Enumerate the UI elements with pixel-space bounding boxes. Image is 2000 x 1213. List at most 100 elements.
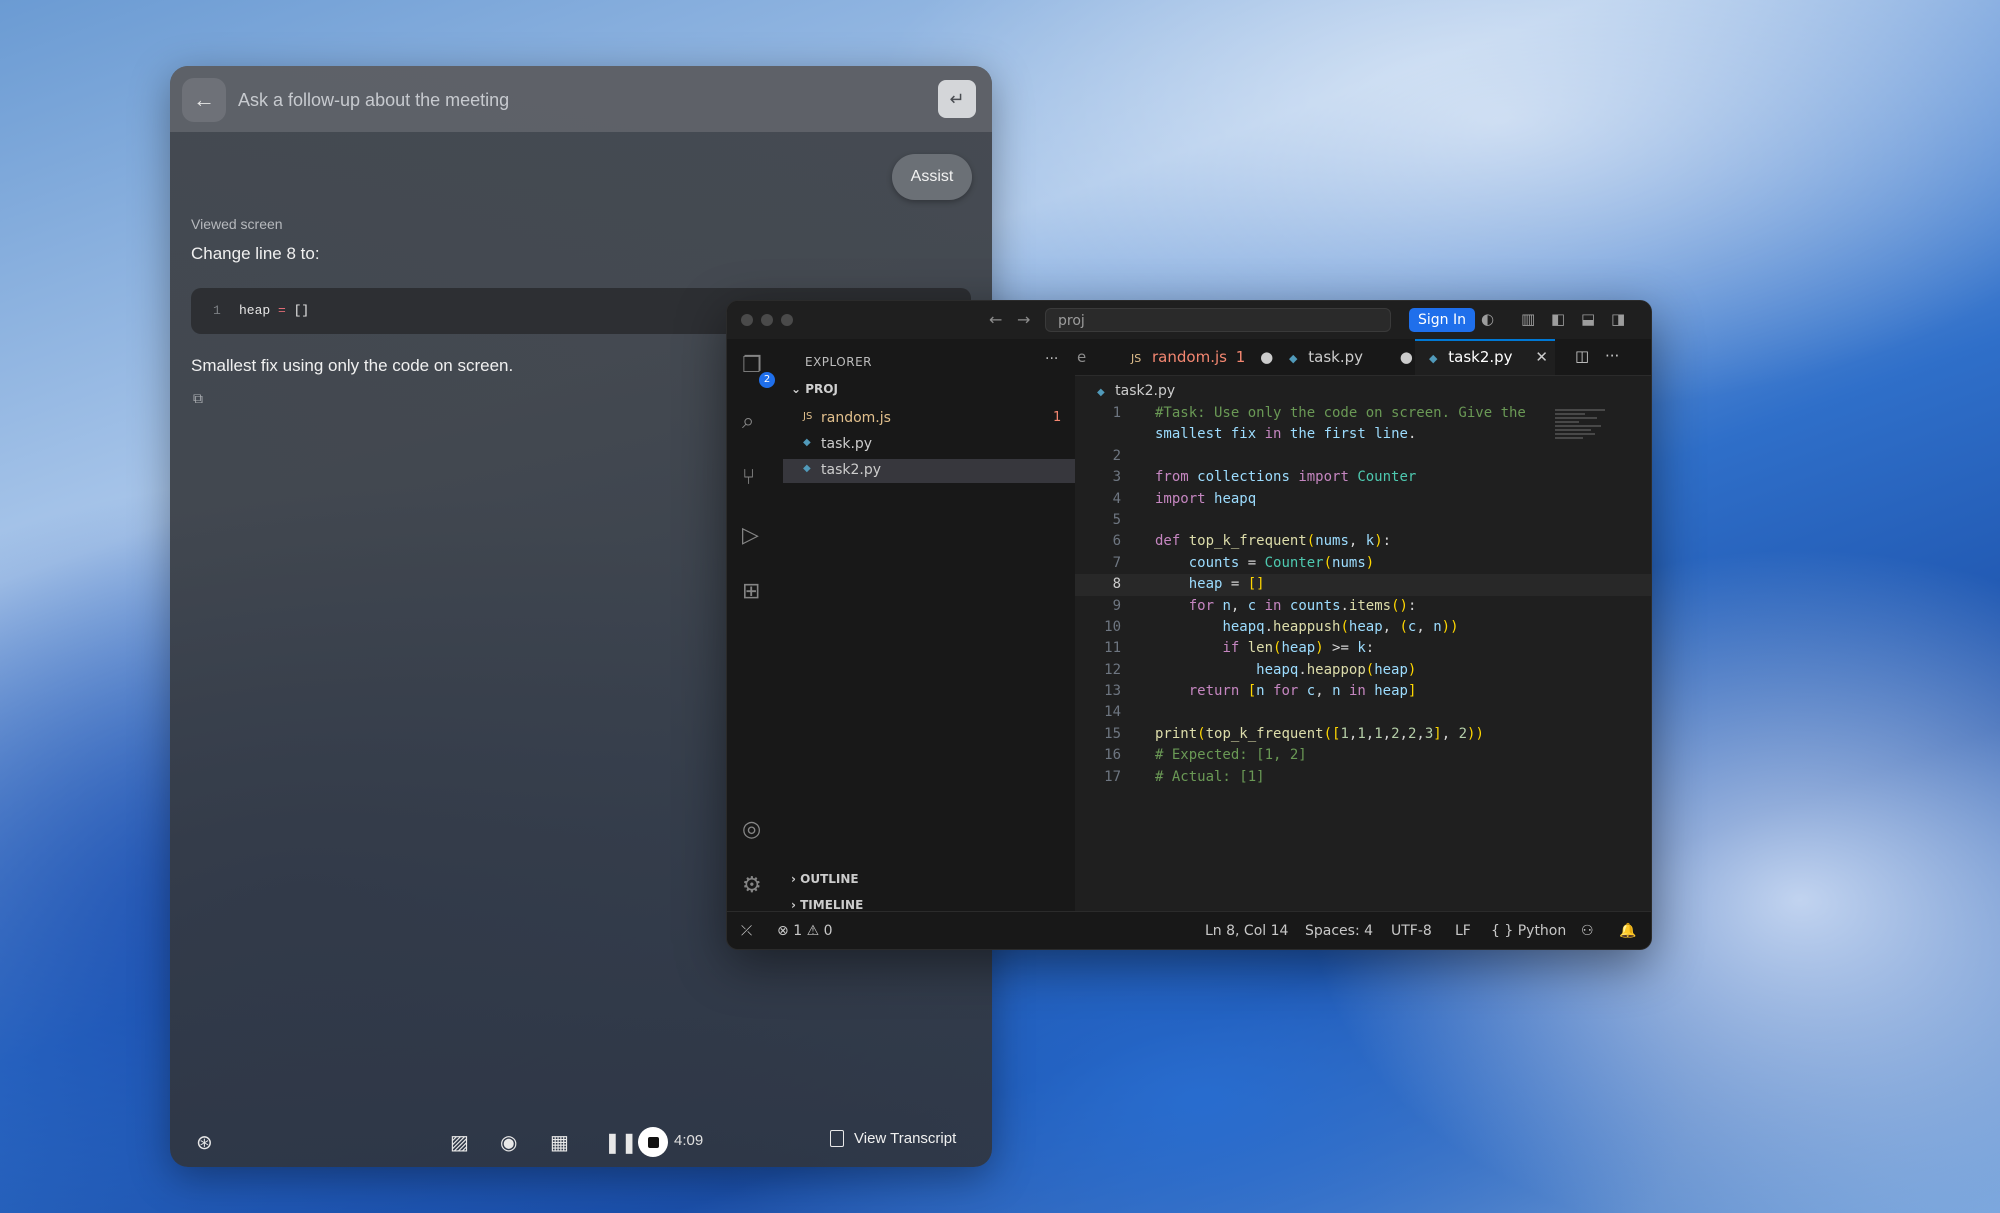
- toggle-panel-icon[interactable]: ⬓: [1581, 310, 1595, 328]
- file-item-random-js[interactable]: JS random.js 1: [783, 407, 1075, 431]
- minimize-window-dot[interactable]: [761, 314, 773, 326]
- code-editor[interactable]: 1 #Task: Use only the code on screen. Giv…: [1075, 403, 1651, 788]
- timeline-section[interactable]: › TIMELINE: [791, 898, 863, 912]
- code-line[interactable]: 14: [1075, 702, 1651, 723]
- file-item-task2-py[interactable]: ◆ task2.py: [783, 459, 1075, 483]
- language-mode[interactable]: { } Python: [1491, 923, 1566, 939]
- tab-task-py[interactable]: ◆ task.py ●: [1275, 339, 1415, 375]
- tab-problem-count: 1: [1235, 348, 1246, 366]
- more-actions-icon[interactable]: ···: [1605, 347, 1619, 365]
- code-line[interactable]: 10 heapq.heappush(heap, (c, n)): [1075, 617, 1651, 638]
- eye-icon[interactable]: ◉: [500, 1130, 517, 1155]
- line-text: def top_k_frequent(nums, k):: [1155, 533, 1392, 550]
- code-line[interactable]: 16 # Expected: [1, 2]: [1075, 745, 1651, 766]
- grid-icon[interactable]: ▦: [550, 1130, 569, 1155]
- split-editor-icon[interactable]: ◫: [1575, 347, 1589, 365]
- ask-input[interactable]: [236, 80, 880, 120]
- code-line[interactable]: smallest fix in the first line.: [1075, 424, 1651, 445]
- language-label: Python: [1517, 923, 1567, 939]
- close-window-dot[interactable]: [741, 314, 753, 326]
- eol-status[interactable]: LF: [1455, 923, 1471, 939]
- notifications-bell-icon[interactable]: 🔔: [1619, 923, 1636, 939]
- line-number: 15: [1104, 725, 1121, 742]
- search-icon[interactable]: ⌕: [742, 409, 754, 434]
- copilot-status-icon[interactable]: ⚇: [1581, 923, 1594, 939]
- encoding-status[interactable]: UTF-8: [1391, 923, 1432, 939]
- extensions-icon[interactable]: ⊞: [742, 579, 760, 604]
- code-line[interactable]: 11 if len(heap) >= k:: [1075, 638, 1651, 659]
- submit-button[interactable]: ↵: [938, 80, 976, 118]
- document-icon: [830, 1130, 844, 1147]
- code-val: []: [293, 303, 310, 318]
- aperture-icon[interactable]: ⊛: [196, 1130, 213, 1155]
- editor-tabs: e JS random.js 1 ● ◆ task.py ● ◆ task2.p…: [1075, 339, 1651, 376]
- tab-partial[interactable]: e: [1077, 339, 1086, 375]
- line-number: 5: [1112, 511, 1121, 528]
- error-icon: ⊗: [777, 923, 789, 939]
- tab-random-js[interactable]: JS random.js 1 ●: [1115, 339, 1275, 375]
- tab-task2-py[interactable]: ◆ task2.py ✕: [1415, 339, 1555, 375]
- code-line[interactable]: 6 def top_k_frequent(nums, k):: [1075, 531, 1651, 552]
- customize-layout-icon[interactable]: ▥: [1521, 310, 1535, 328]
- copy-response-icon[interactable]: ⧉: [193, 390, 203, 407]
- code-line[interactable]: 7 counts = Counter(nums): [1075, 553, 1651, 574]
- stop-icon: [647, 1136, 659, 1148]
- ask-bar: ← ↵: [170, 66, 992, 132]
- line-text: # Actual: [1]: [1155, 768, 1265, 785]
- indentation-status[interactable]: Spaces: 4: [1305, 923, 1373, 939]
- code-line[interactable]: 13 return [n for c, n in heap]: [1075, 681, 1651, 702]
- forward-arrow-icon[interactable]: →: [1017, 310, 1030, 329]
- breadcrumb[interactable]: ◆ task2.py: [1097, 383, 1175, 399]
- code-line[interactable]: 15 print(top_k_frequent([1,1,1,2,2,3], 2)…: [1075, 724, 1651, 745]
- source-control-icon[interactable]: ⑂: [742, 465, 755, 490]
- command-center[interactable]: proj: [1045, 308, 1391, 332]
- javascript-file-icon: JS: [1131, 352, 1142, 365]
- settings-gear-icon[interactable]: ⚙: [742, 873, 762, 898]
- outline-section[interactable]: › OUTLINE: [791, 872, 859, 886]
- line-number: 16: [1104, 747, 1121, 764]
- python-file-icon: ◆: [1289, 352, 1298, 365]
- problems-status[interactable]: ⊗ 1 ⚠ 0: [777, 923, 833, 939]
- code-line[interactable]: 17 # Actual: [1]: [1075, 767, 1651, 788]
- back-arrow-icon[interactable]: ←: [989, 310, 1002, 329]
- line-text: heapq.heappush(heap, (c, n)): [1222, 618, 1459, 635]
- copilot-icon[interactable]: ◐: [1481, 310, 1494, 328]
- account-icon[interactable]: ◎: [742, 817, 761, 842]
- code-line[interactable]: 3 from collections import Counter: [1075, 467, 1651, 488]
- code-line[interactable]: 2: [1075, 446, 1651, 467]
- image-icon[interactable]: ▨: [450, 1130, 469, 1155]
- line-text: import heapq: [1155, 490, 1257, 507]
- explorer-more-icon[interactable]: ···: [1045, 351, 1058, 367]
- remote-icon[interactable]: ⤫: [741, 923, 752, 939]
- file-item-task-py[interactable]: ◆ task.py: [783, 433, 1075, 457]
- code-line[interactable]: 5: [1075, 510, 1651, 531]
- code-op: =: [270, 303, 294, 318]
- cursor-position[interactable]: Ln 8, Col 14: [1205, 923, 1288, 939]
- pause-icon[interactable]: ❚❚: [604, 1130, 638, 1155]
- code-line[interactable]: 9 for n, c in counts.items():: [1075, 596, 1651, 617]
- close-tab-icon[interactable]: ✕: [1535, 348, 1548, 366]
- files-icon[interactable]: ❐: [742, 353, 762, 378]
- viewed-screen-label: Viewed screen: [191, 216, 283, 232]
- back-button[interactable]: ←: [182, 78, 226, 122]
- toggle-sidebar-icon[interactable]: ◧: [1551, 310, 1565, 328]
- file-name: task.py: [821, 436, 873, 452]
- run-debug-icon[interactable]: ▷: [742, 523, 759, 548]
- maximize-window-dot[interactable]: [781, 314, 793, 326]
- view-transcript-button[interactable]: View Transcript: [830, 1130, 956, 1147]
- toggle-secondary-sidebar-icon[interactable]: ◨: [1611, 310, 1625, 328]
- code-line[interactable]: 8 heap = []: [1075, 574, 1651, 596]
- enter-icon: ↵: [949, 88, 965, 109]
- title-bar: ← → proj Sign In ◐ ▥ ◧ ⬓ ◨: [727, 301, 1651, 340]
- code-line[interactable]: 1 #Task: Use only the code on screen. Giv…: [1075, 403, 1651, 424]
- stop-button[interactable]: [638, 1127, 668, 1157]
- line-number: 7: [1112, 554, 1121, 571]
- code-line[interactable]: 4 import heapq: [1075, 489, 1651, 510]
- unsaved-dot-icon[interactable]: ●: [1260, 348, 1273, 366]
- code-line[interactable]: 12 heapq.heappop(heap): [1075, 660, 1651, 681]
- sign-in-button[interactable]: Sign In: [1409, 308, 1475, 332]
- unsaved-dot-icon[interactable]: ●: [1400, 348, 1413, 366]
- line-number: 12: [1104, 661, 1121, 678]
- scm-badge: 2: [759, 372, 775, 388]
- folder-proj[interactable]: ⌄ PROJ: [791, 382, 838, 396]
